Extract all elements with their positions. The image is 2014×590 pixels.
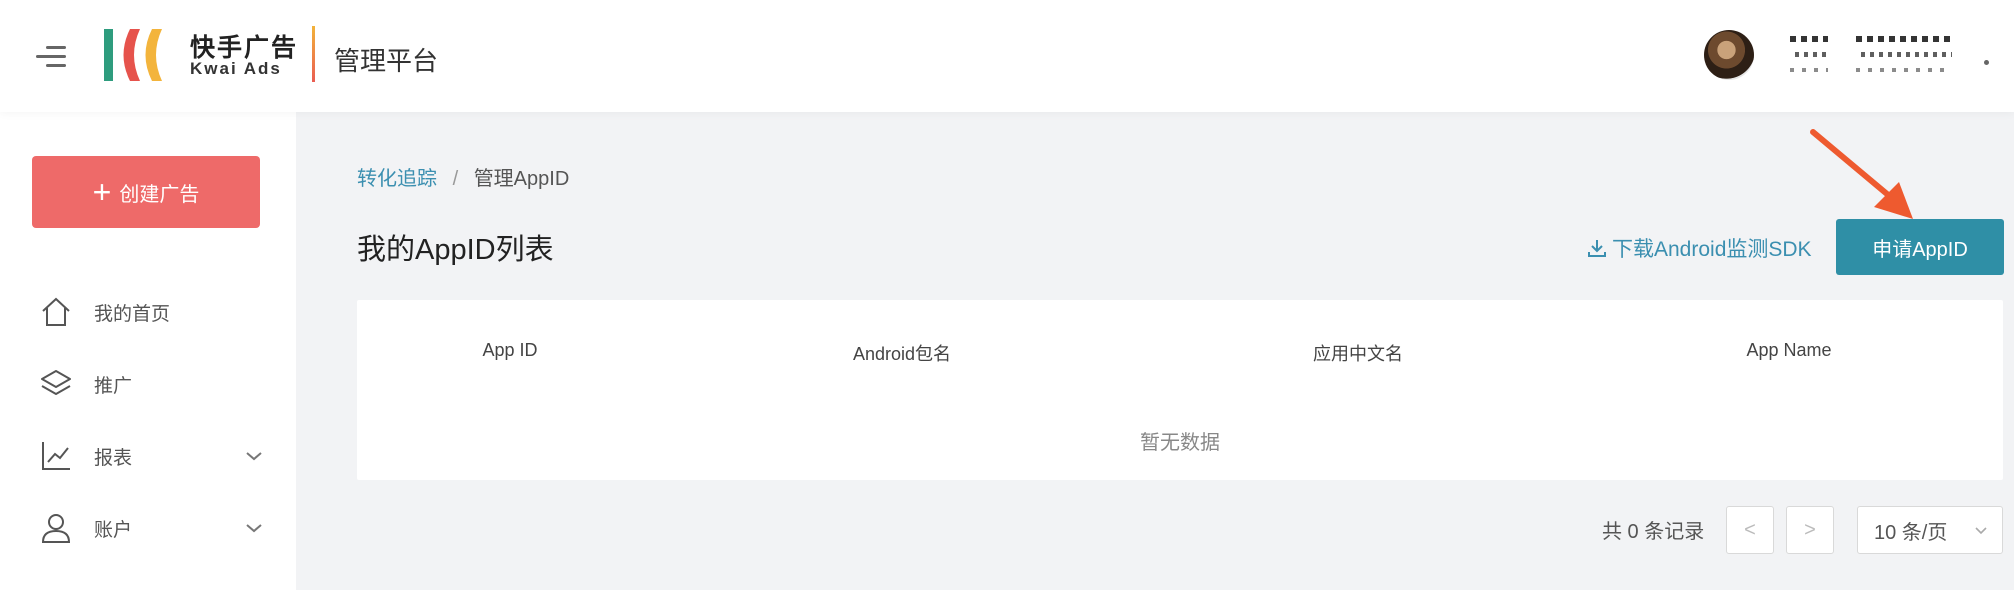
sidebar-item-home[interactable]: 我的首页: [38, 290, 268, 334]
home-icon: [38, 294, 74, 330]
download-icon: [1588, 240, 1606, 257]
pagination-prev-button[interactable]: <: [1726, 506, 1774, 554]
pagination-total: 共 0 条记录: [1602, 521, 1705, 543]
layers-icon: [38, 366, 74, 402]
menu-toggle-icon[interactable]: [36, 44, 66, 70]
user-icon: [38, 510, 74, 546]
sidebar-item-reports[interactable]: 报表: [38, 434, 268, 478]
sidebar: + 创建广告 我的首页 推广 报表 账户: [0, 112, 296, 590]
platform-title: 管理平台: [334, 46, 439, 76]
breadcrumb-current: 管理AppID: [473, 168, 570, 190]
avatar[interactable]: [1704, 30, 1754, 80]
sidebar-item-label: 我的首页: [94, 303, 171, 325]
annotation-arrow-icon: [1810, 129, 1913, 219]
empty-state-text: 暂无数据: [1140, 432, 1220, 454]
sidebar-item-label: 报表: [94, 447, 133, 469]
user-account-blurred[interactable]: [1856, 32, 1952, 78]
logo-text-en: Kwai Ads: [190, 59, 282, 78]
sidebar-item-label: 账户: [94, 519, 133, 541]
page-size-select[interactable]: 10 条/页: [1857, 506, 2003, 554]
kwai-ads-logo-icon: [104, 29, 162, 81]
plus-icon: +: [92, 174, 112, 210]
breadcrumb: 转化追踪 / 管理AppID: [357, 162, 569, 191]
download-sdk-link[interactable]: 下载Android监测SDK: [1586, 233, 1812, 263]
user-menu-dot-icon[interactable]: [1984, 60, 1989, 65]
pagination-next-button[interactable]: >: [1786, 506, 1834, 554]
sidebar-item-label: 推广: [94, 375, 133, 397]
column-header-android-package: Android包名: [852, 344, 952, 364]
user-name-blurred[interactable]: [1790, 32, 1828, 78]
page-title: 我的AppID列表: [357, 234, 554, 266]
chart-line-icon: [38, 438, 74, 474]
main-content: 转化追踪 / 管理AppID 我的AppID列表 下载Android监测SDK …: [296, 112, 2014, 590]
create-ad-button[interactable]: + 创建广告: [32, 156, 260, 228]
column-header-app-cn-name: 应用中文名: [1313, 344, 1403, 364]
page-size-value: 10 条/页: [1874, 521, 1948, 544]
sidebar-item-account[interactable]: 账户: [38, 506, 268, 550]
top-header: 快手广告 Kwai Ads 管理平台: [0, 0, 2014, 112]
column-header-app-name: App Name: [1746, 340, 1832, 360]
download-sdk-label: 下载Android监测SDK: [1612, 238, 1812, 261]
chevron-down-icon: [246, 524, 262, 533]
chevron-down-icon: [246, 452, 262, 461]
breadcrumb-separator: /: [452, 168, 459, 190]
chevron-down-icon: [1975, 527, 1987, 535]
column-header-app-id: App ID: [482, 340, 538, 360]
create-ad-label: 创建广告: [119, 183, 200, 206]
sidebar-item-promotion[interactable]: 推广: [38, 362, 268, 406]
appid-table: App ID Android包名 应用中文名 App Name 暂无数据: [357, 300, 2003, 480]
breadcrumb-conversion-tracking[interactable]: 转化追踪: [357, 168, 437, 190]
logo-divider: [312, 26, 315, 82]
